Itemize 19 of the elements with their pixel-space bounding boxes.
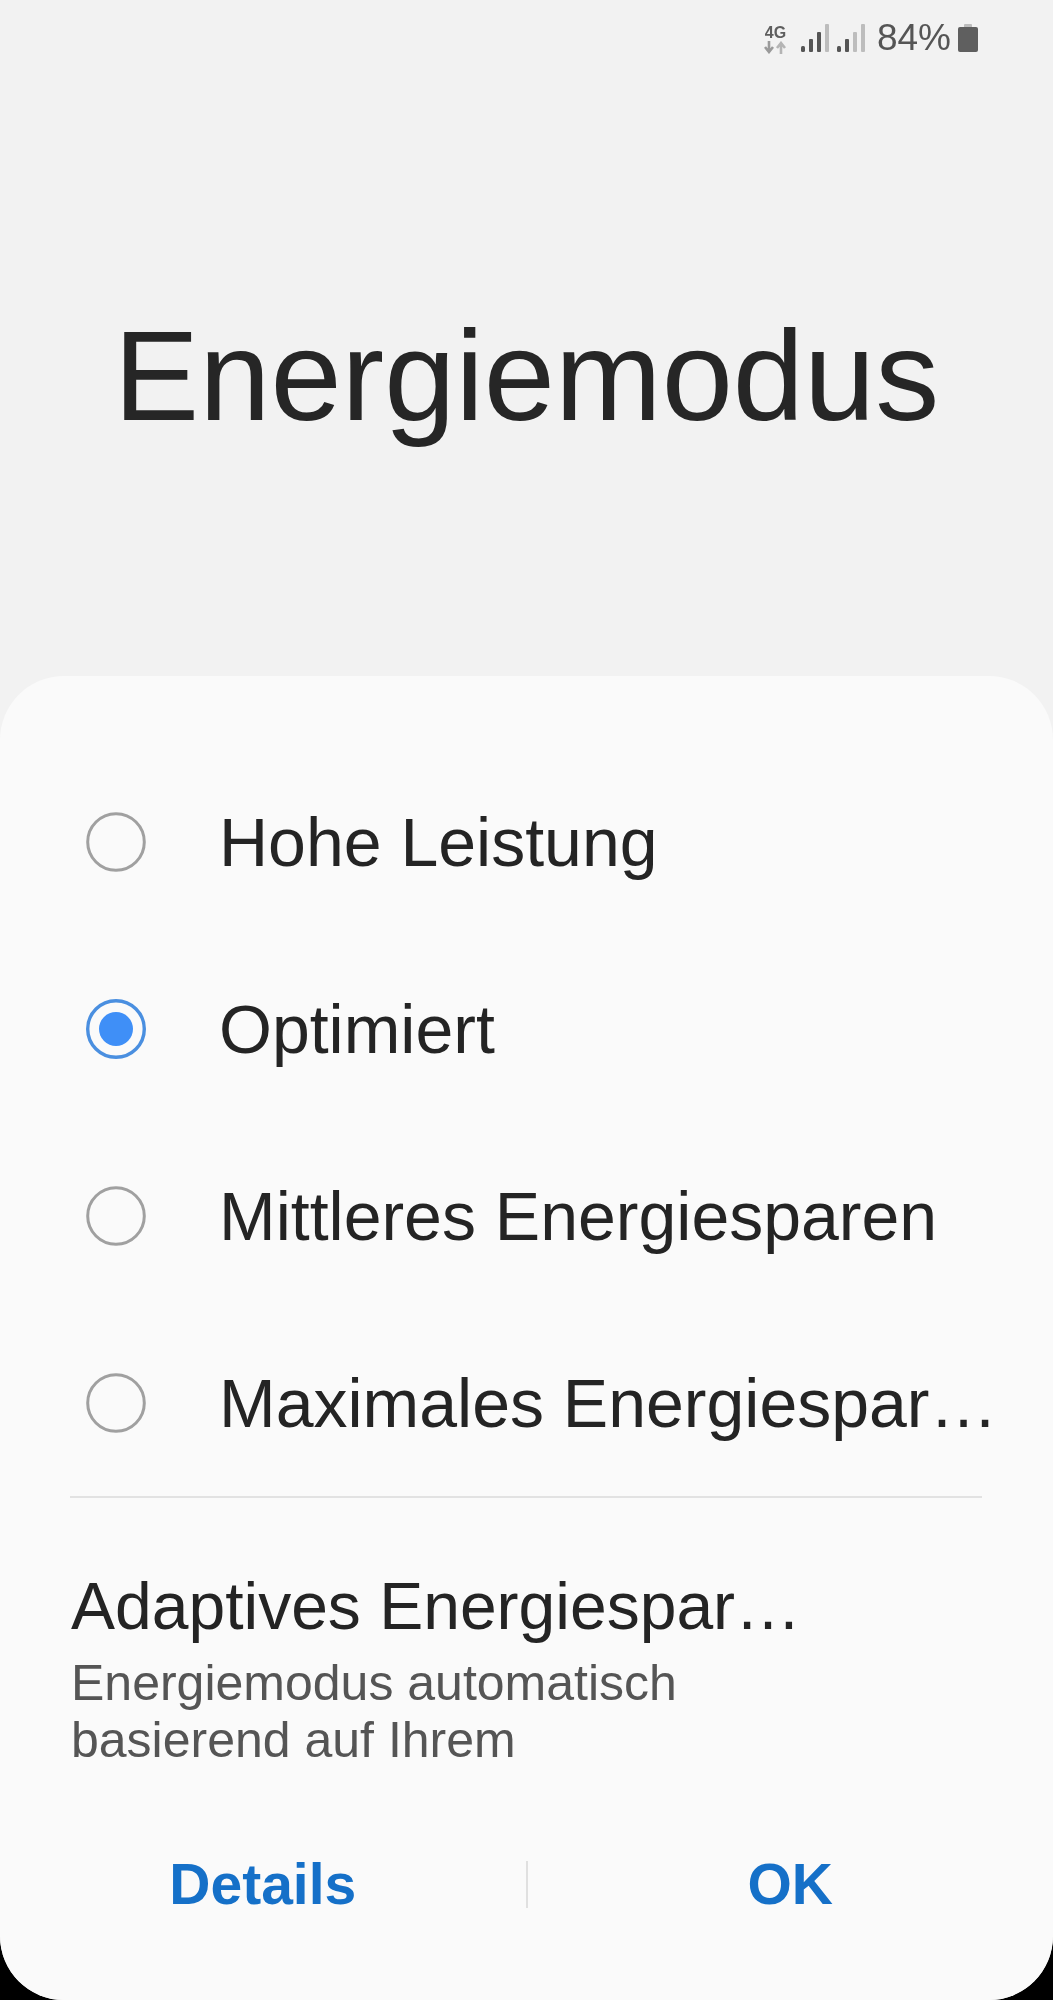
option-label: Maximales Energiespar… (219, 1363, 998, 1443)
adaptive-mode-title: Adaptives Energiespar… (71, 1568, 803, 1645)
adaptive-mode-description: Energiemodus automatisch basierend auf Ihrem (71, 1655, 678, 1769)
option-label: Mittleres Energiesparen (219, 1176, 938, 1256)
data-arrows-icon (763, 41, 787, 54)
ok-button[interactable]: OK (717, 1834, 863, 1934)
battery-icon (958, 23, 978, 52)
network-type-label: 4G (764, 25, 787, 41)
radio-button[interactable] (86, 1372, 146, 1433)
radio-button[interactable] (86, 811, 146, 872)
option-label: Hohe Leistung (219, 802, 658, 882)
option-label: Optimiert (219, 989, 495, 1069)
signal-icon (835, 23, 865, 52)
details-button[interactable]: Details (139, 1834, 387, 1934)
battery-percentage: 84% (876, 17, 951, 58)
radio-button[interactable] (86, 998, 146, 1059)
radio-button[interactable] (86, 1185, 146, 1246)
screen-title: Energiemodus (113, 303, 940, 449)
signal-icon (799, 23, 829, 52)
